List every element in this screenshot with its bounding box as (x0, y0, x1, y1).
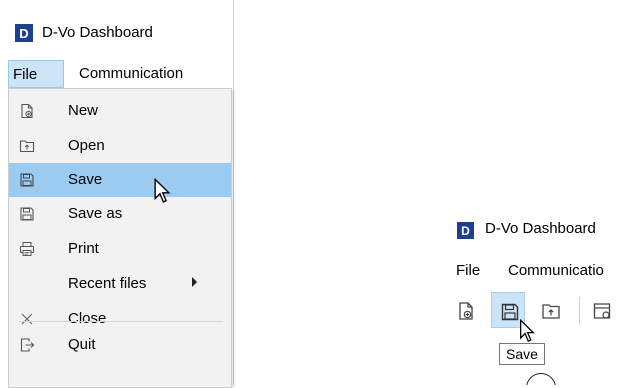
toolbar-save-as-button[interactable] (584, 292, 618, 328)
menu-item-label: New (68, 102, 99, 119)
toolbar-separator (579, 297, 580, 325)
file-dropdown-menu: New Open Save Save as Print Recent files… (8, 88, 232, 388)
close-icon (21, 313, 33, 325)
new-file-icon (459, 302, 473, 320)
new-file-icon (21, 103, 33, 119)
menu-file[interactable]: File (456, 262, 480, 279)
menu-item-label: Quit (68, 336, 96, 353)
window-title: D-Vo Dashboard (42, 24, 153, 41)
menu-item-save[interactable]: Save (9, 163, 231, 197)
menu-item-label: Save (68, 171, 103, 188)
menu-file-label: File (13, 66, 38, 83)
open-folder-icon (542, 304, 560, 319)
toolbar-window: D D-Vo Dashboard File Communicatio Save (441, 205, 633, 385)
submenu-arrow-icon (192, 277, 197, 287)
save-tooltip: Save (499, 343, 545, 365)
menu-item-label: Print (68, 240, 99, 257)
save-icon (501, 303, 519, 321)
menu-separator (19, 321, 223, 322)
window-title: D-Vo Dashboard (485, 220, 596, 237)
title-bar: D D-Vo Dashboard (0, 0, 235, 58)
app-logo: D (457, 222, 474, 239)
printer-icon (19, 242, 35, 256)
menu-communication[interactable]: Communicatio (508, 262, 604, 279)
quit-icon (20, 338, 35, 352)
menu-item-quit[interactable]: Quit (9, 328, 231, 362)
menu-file[interactable]: File (8, 60, 64, 88)
save-icon (20, 173, 34, 187)
save-as-icon (20, 207, 34, 221)
menu-item-label: Save as (68, 205, 123, 222)
menu-item-label: Close (68, 310, 107, 327)
mouse-cursor-icon (520, 319, 535, 342)
menu-item-print[interactable]: Print (9, 232, 231, 266)
open-folder-icon (19, 140, 35, 153)
mouse-cursor-icon (154, 178, 171, 203)
menu-item-new[interactable]: New (9, 94, 231, 128)
menu-communication[interactable]: Communication (79, 65, 183, 82)
toolbar-new-button[interactable] (448, 292, 482, 328)
save-as-icon (593, 303, 611, 319)
canvas-circle-fragment (526, 373, 556, 385)
main-window: D D-Vo Dashboard File Communication New … (0, 0, 235, 388)
toolbar-open-button[interactable] (533, 292, 567, 328)
app-logo: D (15, 24, 33, 42)
menu-item-save-as[interactable]: Save as (9, 197, 231, 231)
menu-item-recent-files[interactable]: Recent files (9, 267, 231, 301)
menu-item-label: Recent files (68, 275, 147, 292)
menu-item-open[interactable]: Open (9, 129, 231, 163)
window-border (233, 0, 234, 385)
menu-item-label: Open (68, 137, 105, 154)
